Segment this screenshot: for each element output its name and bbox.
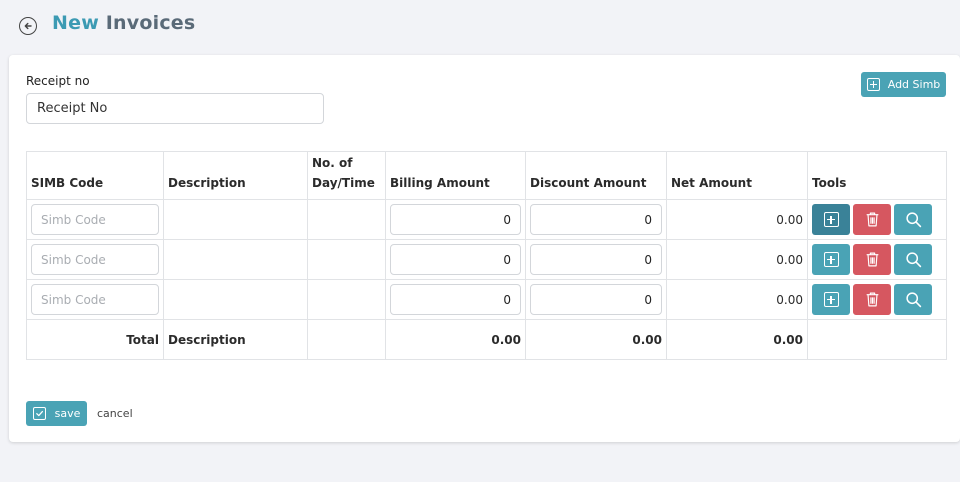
description-cell — [163, 239, 308, 280]
delete-row-button[interactable] — [853, 284, 891, 315]
simb-code-input[interactable] — [31, 204, 159, 235]
save-button[interactable]: save — [26, 401, 87, 426]
column-header-discount-amount: Discount Amount — [525, 151, 667, 200]
page-title-new: New — [52, 12, 99, 34]
simb-code-input[interactable] — [31, 284, 159, 315]
back-arrow-icon[interactable] — [19, 17, 37, 35]
receipt-no-input[interactable] — [26, 93, 324, 124]
page-title: New Invoices — [52, 12, 195, 34]
column-header-simb-code: SIMB Code — [26, 151, 164, 200]
add-simb-label: Add Simb — [887, 78, 941, 91]
receipt-no-label: Receipt no — [26, 74, 90, 88]
total-discount-amount: 0.00 — [525, 319, 667, 360]
net-amount-cell: 0.00 — [666, 239, 808, 280]
row-tools — [812, 244, 942, 275]
delete-row-button[interactable] — [853, 204, 891, 235]
search-row-button[interactable] — [894, 204, 932, 235]
search-icon — [905, 212, 921, 228]
total-billing-amount: 0.00 — [385, 319, 526, 360]
table-row: 0.00 — [26, 279, 947, 320]
add-simb-button[interactable]: Add Simb — [861, 72, 946, 97]
total-label: Total — [26, 319, 164, 360]
column-header-tools: Tools — [807, 151, 947, 200]
search-row-button[interactable] — [894, 284, 932, 315]
column-header-billing-amount: Billing Amount — [385, 151, 526, 200]
add-row-button[interactable] — [812, 284, 850, 315]
plus-square-icon — [823, 252, 839, 267]
plus-square-icon — [823, 292, 839, 307]
table-total-row: Total Description 0.00 0.00 0.00 — [26, 319, 947, 360]
column-header-no-of-day-time: No. of Day/Time — [307, 151, 386, 200]
trash-icon — [866, 252, 878, 267]
invoice-table: SIMB Code Description No. of Day/Time Bi… — [26, 151, 947, 360]
net-amount-cell: 0.00 — [666, 279, 808, 320]
table-row: 0.00 — [26, 199, 947, 240]
discount-amount-input[interactable] — [530, 244, 662, 275]
add-row-button[interactable] — [812, 244, 850, 275]
search-icon — [905, 292, 921, 308]
page-title-invoices: Invoices — [105, 12, 196, 34]
plus-square-icon — [823, 212, 839, 227]
billing-amount-input[interactable] — [390, 284, 521, 315]
net-amount-cell: 0.00 — [666, 199, 808, 240]
discount-amount-input[interactable] — [530, 204, 662, 235]
delete-row-button[interactable] — [853, 244, 891, 275]
billing-amount-input[interactable] — [390, 244, 521, 275]
search-row-button[interactable] — [894, 244, 932, 275]
search-icon — [905, 252, 921, 268]
total-description: Description — [163, 319, 308, 360]
add-row-button[interactable] — [812, 204, 850, 235]
total-tools-cell — [807, 319, 947, 360]
description-cell — [163, 199, 308, 240]
billing-amount-input[interactable] — [390, 204, 521, 235]
table-header-row: SIMB Code Description No. of Day/Time Bi… — [26, 151, 947, 200]
plus-square-icon — [866, 78, 880, 91]
total-net-amount: 0.00 — [666, 319, 808, 360]
check-square-icon — [32, 407, 46, 420]
day-time-cell — [307, 239, 386, 280]
column-header-net-amount: Net Amount — [666, 151, 808, 200]
description-cell — [163, 279, 308, 320]
save-label: save — [54, 407, 81, 420]
total-day-time-cell — [307, 319, 386, 360]
simb-code-input[interactable] — [31, 244, 159, 275]
invoice-form-card: Receipt no Add Simb SIMB Code Descriptio… — [9, 55, 960, 442]
day-time-cell — [307, 279, 386, 320]
page-header: New Invoices — [0, 0, 960, 52]
column-header-description: Description — [163, 151, 308, 200]
cancel-link[interactable]: cancel — [97, 407, 133, 420]
row-tools — [812, 204, 942, 235]
trash-icon — [866, 292, 878, 307]
row-tools — [812, 284, 942, 315]
discount-amount-input[interactable] — [530, 284, 662, 315]
day-time-cell — [307, 199, 386, 240]
table-row: 0.00 — [26, 239, 947, 280]
trash-icon — [866, 212, 878, 227]
